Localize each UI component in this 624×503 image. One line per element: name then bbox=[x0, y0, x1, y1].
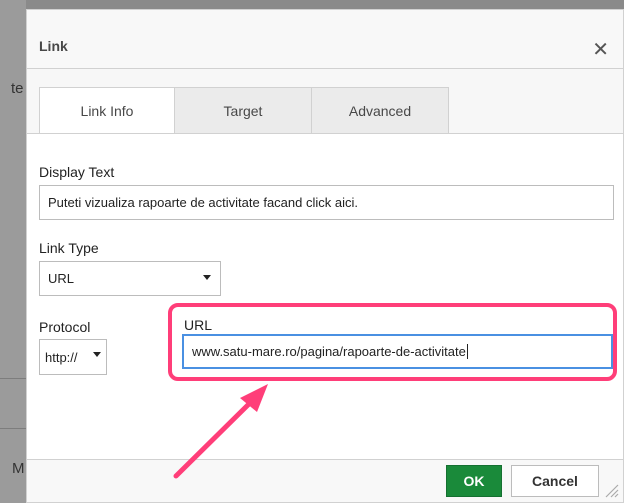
link-info-panel: Display Text Puteti vizualiza rapoarte d… bbox=[27, 133, 623, 464]
close-icon[interactable]: ✕ bbox=[592, 40, 609, 60]
dialog-titlebar: Link ✕ bbox=[27, 10, 623, 69]
link-type-select[interactable]: URL bbox=[39, 261, 221, 296]
text-cursor bbox=[466, 344, 468, 359]
url-label: URL bbox=[184, 317, 213, 333]
tab-target[interactable]: Target bbox=[175, 87, 312, 133]
tab-label: Target bbox=[223, 103, 263, 119]
url-value: www.satu-mare.ro/pagina/rapoarte-de-acti… bbox=[192, 344, 466, 359]
dialog-footer: OK Cancel bbox=[27, 459, 623, 502]
resize-grip-icon[interactable] bbox=[605, 484, 619, 498]
link-type-value: URL bbox=[48, 271, 75, 286]
protocol-label: Protocol bbox=[39, 319, 91, 335]
chevron-down-icon bbox=[93, 352, 101, 357]
link-dialog: Link ✕ Link Info Target Advanced Display… bbox=[26, 9, 624, 503]
chevron-down-icon bbox=[203, 275, 211, 280]
ok-button[interactable]: OK bbox=[446, 465, 502, 497]
backdrop-text-fragment: te bbox=[11, 80, 24, 97]
url-field[interactable]: www.satu-mare.ro/pagina/rapoarte-de-acti… bbox=[182, 334, 613, 369]
display-text-value: Puteti vizualiza rapoarte de activitate … bbox=[48, 195, 358, 210]
dialog-title: Link bbox=[39, 38, 68, 54]
backdrop-divider bbox=[0, 428, 26, 429]
backdrop-text-fragment: M bbox=[12, 460, 25, 477]
protocol-value: http:// bbox=[45, 349, 78, 365]
tab-advanced[interactable]: Advanced bbox=[312, 87, 449, 133]
link-type-label: Link Type bbox=[39, 240, 99, 256]
tab-label: Link Info bbox=[80, 103, 134, 119]
protocol-select[interactable]: http:// bbox=[39, 339, 107, 375]
cancel-button[interactable]: Cancel bbox=[511, 465, 599, 497]
display-text-label: Display Text bbox=[39, 164, 115, 180]
display-text-field[interactable]: Puteti vizualiza rapoarte de activitate … bbox=[39, 185, 614, 220]
tab-label: Advanced bbox=[348, 103, 412, 119]
tab-link-info[interactable]: Link Info bbox=[39, 87, 175, 136]
backdrop-divider bbox=[0, 378, 26, 379]
